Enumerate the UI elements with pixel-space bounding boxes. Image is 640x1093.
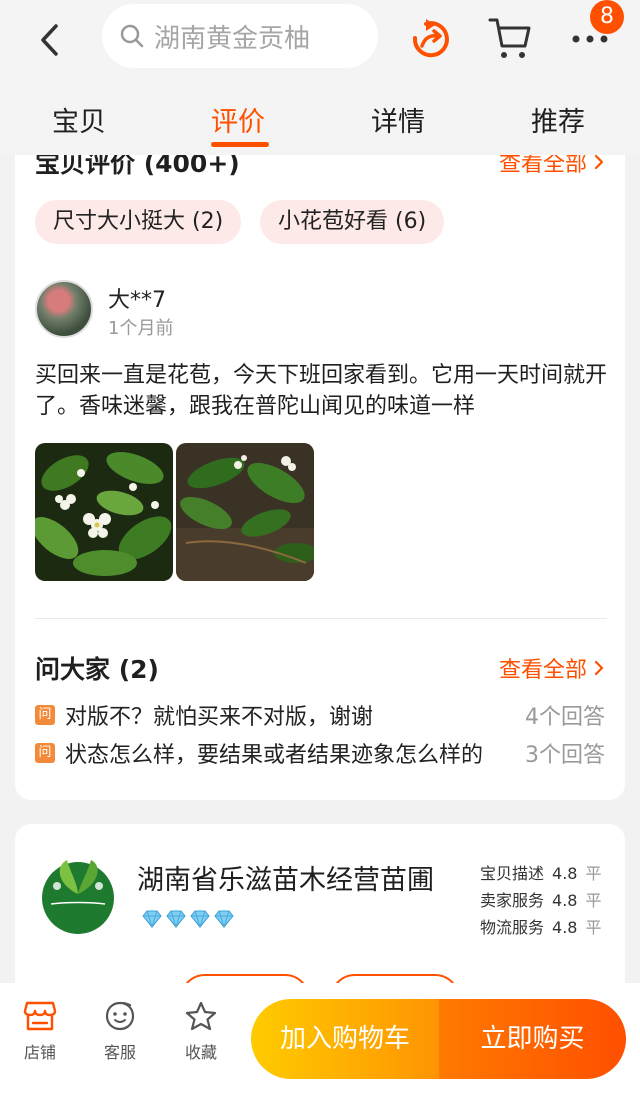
- star-icon: [185, 1001, 217, 1031]
- flower-photo-image: [35, 443, 173, 581]
- qa-question: 状态怎么样，要结果或者结果迹象怎么样的: [65, 743, 484, 768]
- chevron-right-icon: [594, 660, 604, 676]
- add-to-cart-button[interactable]: 加入购物车: [251, 999, 439, 1079]
- store-entry-button[interactable]: 店铺: [10, 1001, 70, 1063]
- rating-value: 4.8: [552, 891, 578, 910]
- store-level: [141, 910, 235, 928]
- divider: [35, 618, 607, 619]
- tab-reviews[interactable]: 评价: [211, 100, 265, 139]
- store-icon: [23, 1001, 57, 1031]
- store-entry-label: 店铺: [23, 1043, 56, 1062]
- review-tag[interactable]: 小花苞好看 (6): [260, 200, 445, 244]
- chevron-left-icon: [41, 24, 58, 56]
- chevron-right-icon: [594, 154, 604, 170]
- reviewer-name: 大**7: [108, 288, 166, 313]
- tab-item[interactable]: 宝贝: [52, 100, 106, 139]
- cart-count-badge: 8: [590, 0, 624, 34]
- favorite-label: 收藏: [184, 1043, 217, 1062]
- qa-title: 问大家 (2): [35, 655, 159, 684]
- store-logo-image: [42, 860, 114, 934]
- review-photo[interactable]: [176, 443, 314, 581]
- qa-item[interactable]: 问 状态怎么样，要结果或者结果迹象怎么样的 3个回答: [35, 738, 605, 768]
- avatar: [35, 280, 93, 338]
- rating-level: 平: [585, 918, 602, 937]
- search-icon: [120, 24, 144, 48]
- rating-label: 宝贝描述: [480, 864, 545, 883]
- diamond-icon: [166, 910, 186, 928]
- question-icon: 问: [35, 743, 55, 763]
- store-logo[interactable]: [37, 854, 119, 936]
- rating-row: 物流服务 4.8 平: [480, 914, 601, 941]
- bottom-action-bar: 店铺 客服 收藏 加入购物车 立即购买: [0, 983, 640, 1093]
- see-all-label: 查看全部: [498, 658, 587, 683]
- store-ratings: 宝贝描述 4.8 平 卖家服务 4.8 平 物流服务 4.8 平: [480, 860, 601, 941]
- buy-now-button[interactable]: 立即购买: [439, 999, 626, 1079]
- search-box[interactable]: 湖南黄金贡柚: [102, 4, 378, 68]
- rating-label: 卖家服务: [480, 891, 545, 910]
- rating-value: 4.8: [552, 864, 578, 883]
- top-bar: 湖南黄金贡柚 8 宝贝 评价 详情 推荐: [0, 0, 640, 155]
- customer-service-button[interactable]: 客服: [90, 1001, 150, 1063]
- qa-item[interactable]: 问 对版不？就怕买来不对版，谢谢 4个回答: [35, 700, 605, 730]
- tab-recommend[interactable]: 推荐: [531, 100, 585, 139]
- rating-value: 4.8: [552, 918, 578, 937]
- share-icon: [412, 19, 449, 58]
- back-button[interactable]: [30, 20, 70, 60]
- flower-photo-image: [176, 443, 314, 581]
- share-button[interactable]: [406, 16, 454, 64]
- reviews-card: 宝贝评价 (400+) 查看全部 尺寸大小挺大 (2) 小花苞好看 (6) 大*…: [15, 120, 625, 800]
- question-icon: 问: [35, 705, 55, 725]
- diamond-icon: [142, 910, 162, 928]
- cart-button[interactable]: [486, 14, 534, 62]
- active-tab-indicator: [211, 142, 269, 147]
- store-name[interactable]: 湖南省乐滋苗木经营苗圃: [137, 858, 434, 897]
- tab-details[interactable]: 详情: [371, 100, 425, 139]
- cart-icon: [488, 18, 531, 58]
- rating-level: 平: [585, 864, 602, 883]
- qa-answer-count: 4个回答: [525, 705, 605, 730]
- search-placeholder: 湖南黄金贡柚: [154, 23, 311, 54]
- favorite-button[interactable]: 收藏: [171, 1001, 231, 1063]
- qa-see-all-link[interactable]: 查看全部: [499, 652, 605, 684]
- diamond-icon: [214, 910, 234, 928]
- chat-face-icon: [105, 1001, 135, 1031]
- review-text: 买回来一直是花苞，今天下班回家看到。它用一天时间就开了。香味迷馨，跟我在普陀山闻…: [35, 363, 608, 419]
- rating-level: 平: [585, 891, 602, 910]
- review-time: 1个月前: [108, 318, 174, 339]
- tab-bar: 宝贝 评价 详情 推荐: [0, 92, 640, 152]
- rating-row: 卖家服务 4.8 平: [480, 887, 601, 914]
- rating-row: 宝贝描述 4.8 平: [480, 860, 601, 887]
- rating-label: 物流服务: [480, 918, 545, 937]
- review-tag[interactable]: 尺寸大小挺大 (2): [35, 200, 242, 244]
- customer-service-label: 客服: [103, 1043, 136, 1062]
- qa-answer-count: 3个回答: [525, 743, 605, 768]
- qa-question: 对版不？就怕买来不对版，谢谢: [65, 705, 374, 730]
- diamond-icon: [190, 910, 210, 928]
- review-photo[interactable]: [35, 443, 173, 581]
